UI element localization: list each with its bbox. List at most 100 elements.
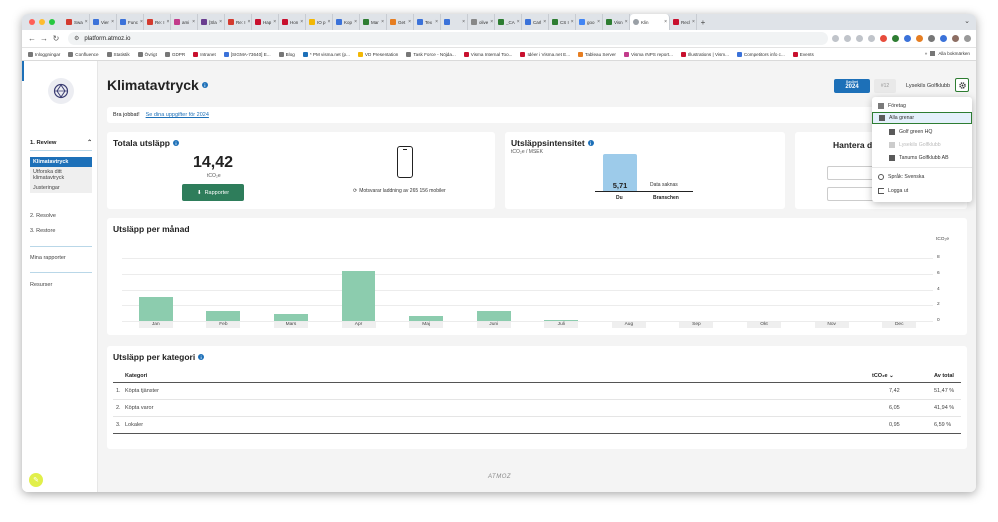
year-selector[interactable]: Basåret 2024 [834, 79, 870, 93]
bookmark-item[interactable]: Competitors info c... [736, 51, 785, 57]
close-tab-icon[interactable]: × [543, 19, 546, 25]
year-number[interactable]: #12 [874, 79, 896, 93]
close-tab-icon[interactable]: × [328, 19, 331, 25]
tab-2[interactable]: Func × [117, 14, 144, 30]
tab-last[interactable]: Recl × [670, 14, 697, 30]
extension-green-icon[interactable] [892, 35, 899, 42]
info-icon[interactable]: i [198, 354, 205, 360]
sidebar-item-justeringar[interactable]: Justeringar [30, 183, 92, 193]
close-tab-icon[interactable]: × [354, 19, 357, 25]
close-tab-icon[interactable]: × [300, 19, 303, 25]
bookmark-item[interactable]: Intranet [193, 51, 216, 57]
help-chat-icon[interactable]: ✎ [29, 473, 43, 487]
close-tab-icon[interactable]: × [462, 19, 465, 25]
close-tab-icon[interactable]: × [167, 19, 170, 25]
bookmark-item[interactable]: Blog [278, 51, 295, 57]
bookmark-item[interactable]: Events [792, 51, 814, 57]
bookmarks-more-chevron[interactable]: » [925, 51, 928, 56]
tab-19[interactable]: goo × [576, 14, 603, 30]
close-tab-icon[interactable]: × [692, 19, 695, 25]
bookmark-item[interactable]: VD Presentation [357, 51, 398, 57]
sidebar-item-klimatavtryck[interactable]: Klimatavtryck [30, 157, 92, 167]
chart-bar-maj[interactable] [409, 316, 443, 321]
bookmark-item[interactable]: Övrigt [137, 51, 157, 57]
extension-orange-icon[interactable] [916, 35, 923, 42]
tab-0[interactable]: Swa × [63, 14, 90, 30]
zoom-window-button[interactable] [49, 19, 55, 25]
menu-item-language[interactable]: Språk: Svenska [872, 171, 972, 183]
atmoz-logo[interactable] [48, 78, 74, 104]
column-header-tco2e[interactable]: tCO₂e ⌄ [872, 373, 894, 379]
bookmark-item[interactable]: Inloggningar [28, 51, 60, 57]
close-tab-icon[interactable]: × [435, 19, 438, 25]
forward-arrow-icon[interactable]: → [38, 34, 50, 43]
bookmark-item[interactable]: GDPR [164, 51, 185, 57]
tab-10[interactable]: Kop × [333, 14, 360, 30]
close-tab-icon[interactable]: × [381, 19, 384, 25]
translate-icon[interactable] [844, 35, 851, 42]
chart-bar-mars[interactable] [274, 313, 308, 321]
settings-gear-button[interactable] [955, 78, 969, 92]
bookmark-item[interactable]: Illustrations | Vism... [680, 51, 729, 57]
bookmark-item[interactable]: [SIGMA-73640] E... [223, 51, 271, 57]
sidebar-item-utforska[interactable]: Utforska ditt klimatavtryck [30, 167, 92, 183]
tab-18[interactable]: CS I × [549, 14, 576, 30]
sidebar-item-resources[interactable]: Resurser [30, 282, 52, 288]
url-field[interactable]: ⚙ platform.atmoz.io [68, 32, 828, 45]
bookmark-item[interactable]: * PM visma.net (p... [302, 51, 350, 57]
column-header-share[interactable]: Av total [934, 373, 954, 379]
tab-20[interactable]: Visn × [603, 14, 630, 30]
zoom-icon[interactable] [856, 35, 863, 42]
tab-9[interactable]: IO p × [306, 14, 333, 30]
menu-kebab-icon[interactable] [964, 35, 971, 42]
tab-7[interactable]: Hap × [252, 14, 279, 30]
close-tab-icon[interactable]: × [490, 19, 493, 25]
chart-bar-feb[interactable] [206, 310, 241, 321]
tab-4[interactable]: ami × [171, 14, 198, 30]
sidebar-section-review[interactable]: 1. Review ⌃ [30, 140, 92, 146]
bookmark-item[interactable]: Confluence [68, 51, 99, 57]
chart-bar-apr[interactable] [341, 271, 376, 321]
info-icon[interactable]: i [201, 82, 208, 88]
bookmark-item[interactable]: Idéer i Visma.net E... [520, 51, 570, 57]
close-tab-icon[interactable]: × [625, 19, 628, 25]
star-icon[interactable] [868, 35, 875, 42]
close-tab-icon[interactable]: × [140, 19, 143, 25]
menu-item-branch-tanum[interactable]: Tanums Golfklubb AB [872, 152, 972, 164]
close-tab-icon[interactable]: × [597, 19, 600, 25]
back-arrow-icon[interactable]: ← [26, 34, 38, 43]
close-tab-icon[interactable]: × [408, 19, 411, 25]
organization-name[interactable]: Lysekils Golfklubb [906, 83, 950, 89]
menu-item-branch-golf-green[interactable]: Golf green HQ [872, 126, 972, 138]
close-window-button[interactable] [29, 19, 35, 25]
all-bookmarks[interactable]: » Alla bokmärken [920, 51, 970, 56]
menu-item-all-branches[interactable]: Alla grenar [872, 112, 972, 124]
tab-active[interactable]: Klin × [630, 14, 670, 30]
bookmark-item[interactable]: Statistik [106, 51, 130, 57]
close-tab-icon[interactable]: × [517, 19, 520, 25]
info-icon[interactable]: i [587, 140, 594, 146]
tab-16[interactable]: _CA × [495, 14, 522, 30]
reload-icon[interactable]: ↻ [50, 34, 62, 43]
tab-3[interactable]: Re: I × [144, 14, 171, 30]
tab-5[interactable]: [Sla × [198, 14, 225, 30]
tab-11[interactable]: Mar × [360, 14, 387, 30]
site-info-icon[interactable]: ⚙ [74, 35, 79, 42]
new-tab-button[interactable]: + [697, 18, 709, 27]
close-tab-icon[interactable]: × [273, 19, 276, 25]
chart-bar-juli[interactable] [544, 320, 579, 321]
close-tab-icon[interactable]: × [664, 19, 667, 25]
sidebar-item-restore[interactable]: 3. Restore [30, 228, 55, 234]
menu-item-company[interactable]: Företag [872, 100, 972, 112]
close-tab-icon[interactable]: × [111, 19, 114, 25]
bookmark-item[interactable]: Visma rNPS report... [623, 51, 673, 57]
extensions-puzzle-icon[interactable] [928, 35, 935, 42]
close-tab-icon[interactable]: × [219, 19, 222, 25]
sidepanel-icon[interactable] [940, 35, 947, 42]
tab-8[interactable]: Hon × [279, 14, 306, 30]
chart-bar-jan[interactable] [138, 296, 173, 321]
profile-avatar[interactable] [952, 35, 959, 42]
bookmark-item[interactable]: Visma Internal Too... [463, 51, 512, 57]
bookmark-item[interactable]: Tableau Server [578, 51, 616, 57]
sidebar-item-resolve[interactable]: 2. Resolve [30, 213, 56, 219]
